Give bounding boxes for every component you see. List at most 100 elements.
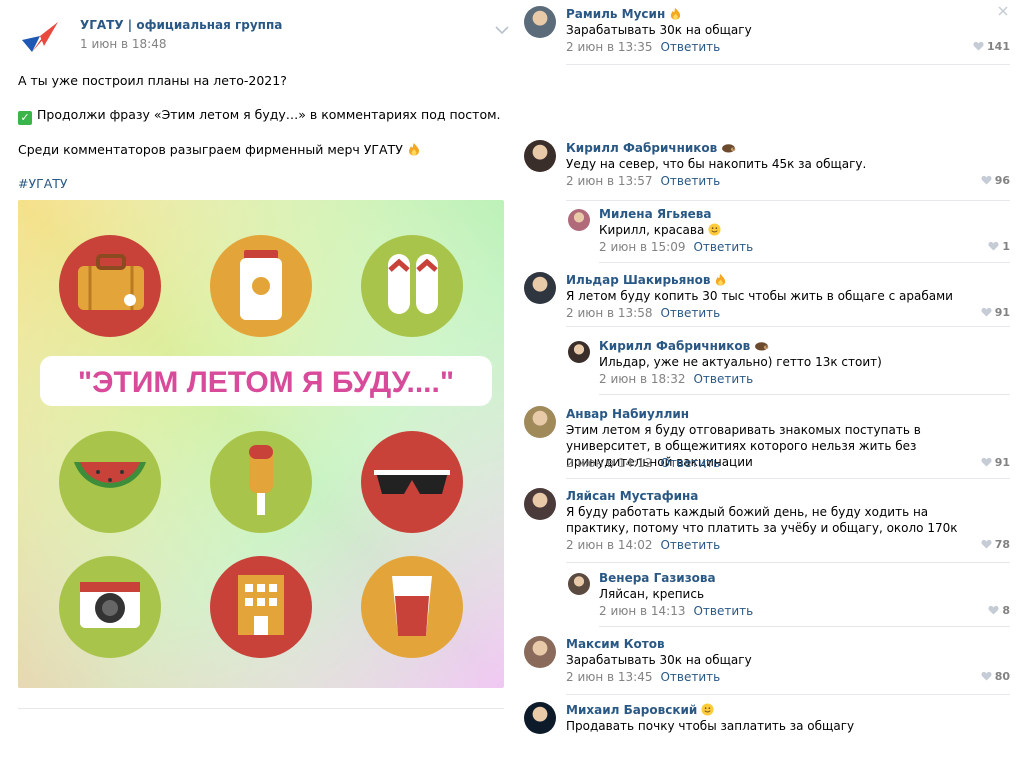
- reply-button[interactable]: Ответить: [693, 604, 753, 618]
- comment-divider: [599, 262, 1010, 263]
- comment-text: Уеду на север, что бы накопить 45к за об…: [566, 157, 867, 171]
- comment-text: Ляйсан, крепись: [599, 587, 705, 601]
- comment-author-link[interactable]: Ильдар Шакирьянов: [566, 273, 727, 287]
- post-image[interactable]: "ЭТИМ ЛЕТОМ Я БУДУ....": [18, 200, 504, 688]
- comment-date[interactable]: 2 июн в 18:32: [599, 372, 685, 386]
- reply-button[interactable]: Ответить: [660, 670, 720, 684]
- like-button[interactable]: 91: [981, 306, 1010, 319]
- reply-button[interactable]: Ответить: [660, 538, 720, 552]
- like-button[interactable]: 96: [981, 174, 1010, 187]
- camera-icon: [59, 556, 161, 658]
- comment: Ляйсан Мустафина Я буду работать каждый б…: [520, 488, 1010, 552]
- comment-text: Ильдар, уже не актуально) гетто 13к стои…: [599, 355, 882, 369]
- group-name-link[interactable]: УГАТУ | официальная группа: [80, 18, 282, 32]
- summer-icons-illustration: "ЭТИМ ЛЕТОМ Я БУДУ....": [18, 200, 504, 688]
- avatar[interactable]: [568, 573, 590, 595]
- avatar[interactable]: [524, 702, 556, 734]
- avatar[interactable]: [524, 488, 556, 520]
- comment-date[interactable]: 2 июн в 13:58: [566, 306, 652, 320]
- like-button[interactable]: 8: [988, 604, 1010, 617]
- comment-date[interactable]: 2 июн в 15:09: [599, 240, 685, 254]
- like-count: 141: [987, 40, 1010, 53]
- comment-author-link[interactable]: Ляйсан Мустафина: [566, 489, 698, 503]
- comment-meta: 2 июн в 13:57 Ответить: [566, 174, 720, 188]
- sunglasses-icon: [361, 431, 463, 533]
- reply-button[interactable]: Ответить: [693, 240, 753, 254]
- post-text-content: Среди комментаторов разыграем фирменный …: [18, 142, 403, 157]
- comment-date[interactable]: 2 июн в 14:13: [599, 604, 685, 618]
- heart-icon: [981, 307, 992, 317]
- comment-date[interactable]: 2 июн в 13:57: [566, 174, 652, 188]
- hedgehog-icon: [717, 141, 736, 155]
- comment: Рамиль Мусин Зарабатывать 30к на общагу 2 …: [520, 6, 1010, 66]
- comment-author-link[interactable]: Максим Котов: [566, 637, 665, 651]
- comment-divider: [566, 326, 1010, 327]
- like-count: 80: [994, 670, 1010, 683]
- comment-author-link[interactable]: Кирилл Фабричников: [599, 339, 769, 353]
- like-button[interactable]: 91: [981, 456, 1010, 469]
- comment: Кирилл Фабричников Ильдар, уже не актуаль…: [520, 338, 1010, 398]
- like-count: 91: [994, 456, 1010, 469]
- post-text-line: ✓ Продолжи фразу «Этим летом я буду…» в к…: [18, 107, 501, 125]
- like-count: 8: [1002, 604, 1010, 617]
- comment-divider: [599, 394, 1010, 395]
- comment-meta: 2 июн в 13:58 Ответить: [566, 306, 720, 320]
- avatar[interactable]: [524, 6, 556, 38]
- comment-author-link[interactable]: Михаил Баровский: [566, 703, 714, 717]
- like-button[interactable]: 1: [988, 240, 1010, 253]
- comment-divider: [599, 626, 1010, 627]
- avatar[interactable]: [524, 406, 556, 438]
- checkmark-icon: ✓: [18, 111, 32, 125]
- comment-author-link[interactable]: Венера Газизова: [599, 571, 716, 585]
- heart-icon: [981, 539, 992, 549]
- avatar[interactable]: [568, 341, 590, 363]
- group-logo[interactable]: [20, 18, 60, 58]
- like-button[interactable]: 80: [981, 670, 1010, 683]
- comment: Максим Котов Зарабатывать 30к на общагу 2 …: [520, 636, 1010, 696]
- watermelon-icon: [59, 431, 161, 533]
- comment: Анвар Набиуллин Этим летом я буду отговар…: [520, 406, 1010, 470]
- comment-divider: [566, 694, 1010, 695]
- comment: Венера Газизова Ляйсан, крепись 2 июн в 14…: [520, 570, 1010, 630]
- post-date[interactable]: 1 июн в 18:48: [80, 37, 166, 51]
- heart-icon: [973, 41, 984, 51]
- comment-date[interactable]: 2 июн в 14:02: [566, 538, 652, 552]
- reply-button[interactable]: Ответить: [660, 456, 720, 470]
- comment-text: Кирилл, красава: [599, 222, 970, 238]
- comment-date[interactable]: 2 июн в 13:45: [566, 670, 652, 684]
- comment-author-link[interactable]: Милена Ягьяева: [599, 207, 711, 221]
- comment-divider: [566, 562, 1010, 563]
- fire-icon: [665, 7, 682, 21]
- reply-button[interactable]: Ответить: [660, 174, 720, 188]
- reply-button[interactable]: Ответить: [660, 306, 720, 320]
- comment-author-link[interactable]: Кирилл Фабричников: [566, 141, 736, 155]
- comment-text: Я летом буду копить 30 тыс чтобы жить в …: [566, 289, 953, 303]
- reply-button[interactable]: Ответить: [693, 372, 753, 386]
- like-button[interactable]: 141: [973, 40, 1010, 53]
- comment-author-link[interactable]: Анвар Набиуллин: [566, 407, 689, 421]
- avatar[interactable]: [524, 636, 556, 668]
- heart-icon: [981, 175, 992, 185]
- comment-date[interactable]: 2 июн в 13:35: [566, 40, 652, 54]
- avatar[interactable]: [568, 209, 590, 231]
- comment-divider: [566, 64, 1010, 65]
- chevron-down-icon[interactable]: [494, 24, 510, 36]
- post-text-content: Продолжи фразу «Этим летом я буду…» в ко…: [37, 107, 501, 122]
- comment-meta: 2 июн в 15:09 Ответить: [599, 240, 753, 254]
- post-text-line: Среди комментаторов разыграем фирменный …: [18, 142, 421, 157]
- comment: Милена Ягьяева Кирилл, красава 2 июн в 15:…: [520, 206, 1010, 266]
- comment-text: Зарабатывать 30к на общагу: [566, 23, 752, 37]
- avatar[interactable]: [524, 272, 556, 304]
- image-caption-text: "ЭТИМ ЛЕТОМ Я БУДУ....": [78, 366, 454, 399]
- fire-icon: [408, 143, 419, 156]
- reply-button[interactable]: Ответить: [660, 40, 720, 54]
- comment-author-link[interactable]: Рамиль Мусин: [566, 7, 682, 21]
- smiling-emoji-icon: [704, 223, 721, 237]
- comment-meta: 2 июн в 18:32 Ответить: [599, 372, 753, 386]
- comment-date[interactable]: 2 июн в 14:12: [566, 456, 652, 470]
- like-button[interactable]: 78: [981, 538, 1010, 551]
- hashtag-link[interactable]: #УГАТУ: [18, 176, 68, 191]
- avatar[interactable]: [524, 140, 556, 172]
- sunscreen-icon: [210, 235, 312, 337]
- comment-text: Продавать почку чтобы заплатить за общаг…: [566, 719, 855, 733]
